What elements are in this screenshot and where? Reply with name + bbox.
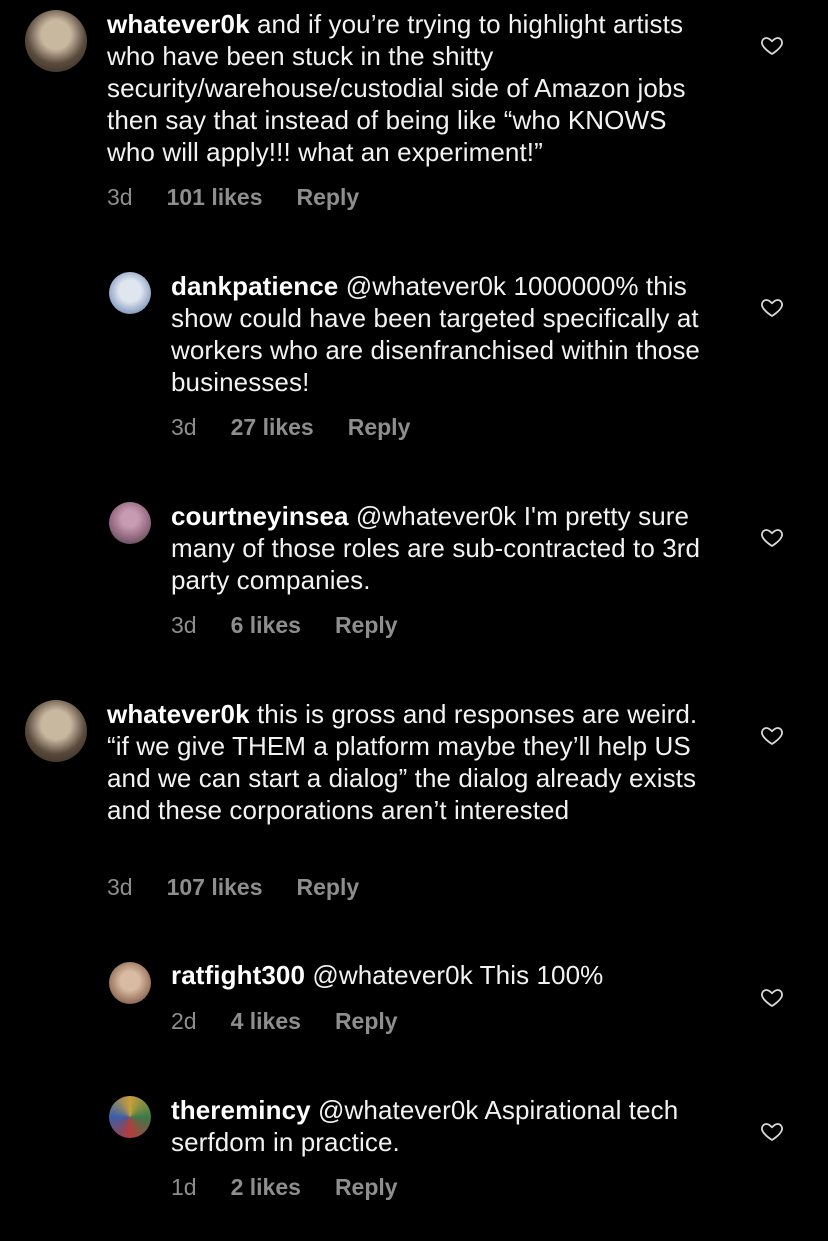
comment-meta: 3d 101 likes Reply [107,184,359,211]
comment-age: 3d [171,414,197,440]
comment-likes[interactable]: 4 likes [231,1008,301,1035]
reply-button[interactable]: Reply [335,1008,398,1035]
comment-username[interactable]: dankpatience [171,271,338,301]
avatar[interactable] [109,502,151,544]
heart-outline-icon[interactable] [760,295,784,319]
comment-text: dankpatience @whatever0k 1000000% this s… [171,270,711,398]
comment-likes[interactable]: 6 likes [231,612,301,639]
reply-button[interactable]: Reply [297,874,360,901]
comment-text: courtneyinsea @whatever0k I'm pretty sur… [171,500,711,596]
comment-meta: 3d 27 likes Reply [171,414,410,441]
reply-button[interactable]: Reply [335,612,398,639]
comment-username[interactable]: whatever0k [107,699,250,729]
comment-age: 3d [171,612,197,638]
comment-age: 1d [171,1174,197,1200]
avatar[interactable] [109,962,151,1004]
avatar[interactable] [109,1096,151,1138]
heart-outline-icon[interactable] [760,985,784,1009]
comment-age: 3d [107,184,133,210]
comment-likes[interactable]: 107 likes [167,874,263,901]
comment-username[interactable]: whatever0k [107,9,250,39]
comment-username[interactable]: ratfight300 [171,960,305,990]
comment-age: 2d [171,1008,197,1034]
heart-outline-icon[interactable] [760,723,784,747]
comment-age: 3d [107,874,133,900]
comment-meta: 3d 6 likes Reply [171,612,398,639]
comment-text: ratfight300 @whatever0k This 100% [171,959,711,991]
avatar[interactable] [25,10,87,72]
avatar[interactable] [109,272,151,314]
reply-button[interactable]: Reply [348,414,411,441]
reply-button[interactable]: Reply [297,184,360,211]
comment-likes[interactable]: 27 likes [231,414,314,441]
heart-outline-icon[interactable] [760,1119,784,1143]
comment-username[interactable]: theremincy [171,1095,311,1125]
avatar[interactable] [25,700,87,762]
comment-text: theremincy @whatever0k Aspirational tech… [171,1094,711,1158]
comment-meta: 3d 107 likes Reply [107,874,359,901]
comment-likes[interactable]: 2 likes [231,1174,301,1201]
comment-text: whatever0k this is gross and responses a… [107,698,707,826]
comment-body: @whatever0k This 100% [305,960,604,990]
comment-meta: 1d 2 likes Reply [171,1174,398,1201]
reply-button[interactable]: Reply [335,1174,398,1201]
heart-outline-icon[interactable] [760,33,784,57]
heart-outline-icon[interactable] [760,525,784,549]
comment-text: whatever0k and if you’re trying to highl… [107,8,707,168]
comment-username[interactable]: courtneyinsea [171,501,349,531]
comment-meta: 2d 4 likes Reply [171,1008,398,1035]
comment-likes[interactable]: 101 likes [167,184,263,211]
